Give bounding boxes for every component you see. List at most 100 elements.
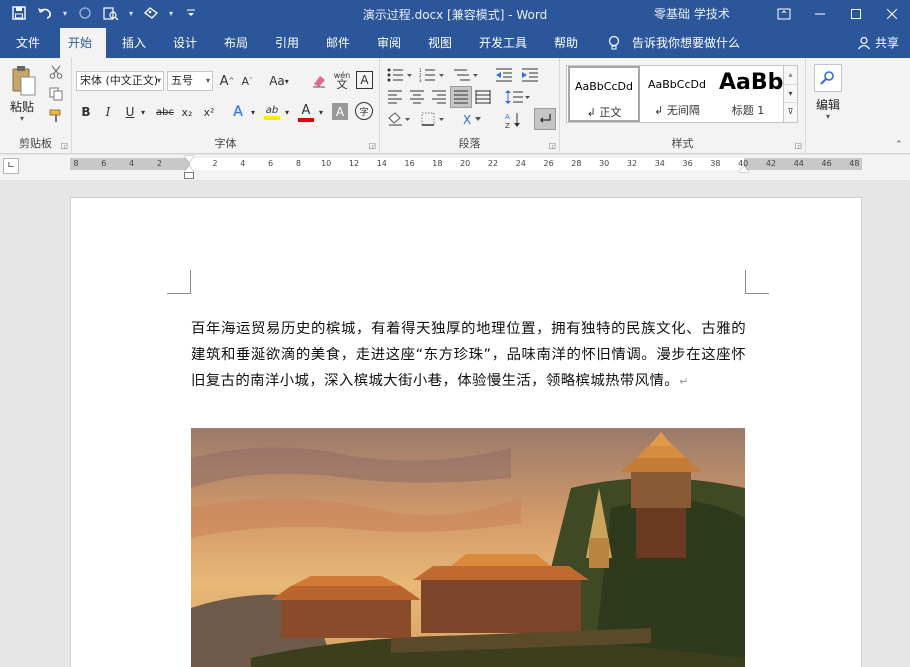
align-center-icon[interactable] bbox=[408, 88, 426, 106]
ruler-number: 32 bbox=[626, 159, 638, 168]
superscript-button[interactable]: x² bbox=[200, 102, 218, 122]
svg-text:X: X bbox=[463, 113, 471, 126]
tab-design[interactable]: 设计 bbox=[165, 28, 205, 58]
tab-view[interactable]: 视图 bbox=[420, 28, 460, 58]
temple-photo[interactable] bbox=[191, 428, 745, 667]
styles-up-icon[interactable]: ▴ bbox=[784, 66, 797, 84]
right-indent-marker[interactable] bbox=[739, 166, 749, 172]
underline-button[interactable]: U bbox=[122, 102, 138, 122]
maximize-icon[interactable] bbox=[838, 0, 874, 28]
font-group: 宋体 (中文正文) ▾ 五号 ▾ A ^ Aˇ Aa ▾ wén 文 A B I U … bbox=[72, 58, 380, 154]
find-icon[interactable] bbox=[814, 64, 842, 92]
shrink-font-icon[interactable]: Aˇ bbox=[238, 71, 256, 91]
strikethrough-button[interactable]: abc bbox=[154, 102, 176, 122]
share-button[interactable]: 共享 bbox=[875, 28, 899, 58]
shading-icon[interactable] bbox=[386, 110, 414, 128]
tab-file[interactable]: 文件 bbox=[8, 28, 48, 58]
minimize-icon[interactable] bbox=[802, 0, 838, 28]
paragraph-group-label: 段落 bbox=[458, 137, 481, 150]
show-marks-icon[interactable] bbox=[534, 108, 556, 130]
ruler-number: 8 bbox=[295, 159, 301, 168]
decrease-indent-icon[interactable] bbox=[494, 66, 514, 84]
font-launcher-icon[interactable]: ◲ bbox=[368, 141, 376, 150]
clipboard-launcher-icon[interactable]: ◲ bbox=[60, 141, 68, 150]
collapse-ribbon-icon[interactable]: ⌃ bbox=[895, 140, 903, 150]
user-account[interactable]: 零基础 学技术 bbox=[654, 5, 730, 22]
tab-insert[interactable]: 插入 bbox=[114, 28, 154, 58]
format-painter-icon[interactable] bbox=[48, 108, 64, 124]
horizontal-ruler[interactable]: 8 6 4 2 2 4 6 8 10 12 14 16 18 20 22 24 26 28 30 32 34 36 38 40… bbox=[70, 156, 862, 172]
distributed-icon[interactable] bbox=[474, 88, 492, 106]
styles-launcher-icon[interactable]: ◲ bbox=[794, 141, 802, 150]
highlight-color-icon[interactable]: ab bbox=[262, 101, 282, 123]
document-page[interactable]: 百年海运贸易历史的槟城，有着得天独厚的地理位置，拥有独特的民族文化、古雅的建筑和… bbox=[70, 197, 862, 667]
numbering-icon[interactable]: 123 bbox=[418, 66, 446, 84]
justify-icon[interactable] bbox=[450, 86, 472, 108]
editing-label[interactable]: 编辑 bbox=[816, 96, 840, 113]
borders-icon[interactable] bbox=[420, 110, 448, 128]
editing-dropdown-icon[interactable]: ▾ bbox=[826, 112, 830, 121]
style-no-spacing[interactable]: AaBbCcDd ↲ 无间隔 bbox=[641, 66, 713, 122]
styles-down-icon[interactable]: ▾ bbox=[784, 84, 797, 102]
tab-stop-selector[interactable]: ∟ bbox=[3, 158, 19, 174]
first-line-indent-marker[interactable] bbox=[184, 156, 194, 162]
tab-home[interactable]: 开始 bbox=[60, 28, 106, 58]
clear-format-icon[interactable] bbox=[310, 71, 328, 91]
styles-scroll: ▴ ▾ ⊽ bbox=[783, 66, 797, 122]
text-effects-icon[interactable]: A bbox=[228, 101, 248, 123]
copy-icon[interactable] bbox=[48, 86, 64, 102]
style-normal[interactable]: AaBbCcDd ↲ 正文 bbox=[568, 66, 640, 122]
enclose-characters-icon[interactable]: 字 bbox=[355, 102, 373, 120]
effects-dropdown-icon[interactable]: ▾ bbox=[248, 102, 258, 122]
subscript-button[interactable]: x₂ bbox=[178, 102, 196, 122]
left-indent-marker[interactable] bbox=[184, 172, 194, 179]
align-right-icon[interactable] bbox=[430, 88, 448, 106]
ruler-number: 44 bbox=[793, 159, 804, 168]
multilevel-list-icon[interactable] bbox=[452, 66, 480, 84]
font-color-icon[interactable]: A bbox=[296, 101, 316, 123]
bold-button[interactable]: B bbox=[78, 102, 94, 122]
tab-layout[interactable]: 布局 bbox=[216, 28, 256, 58]
paste-label[interactable]: 粘贴 bbox=[10, 98, 34, 115]
tab-review[interactable]: 审阅 bbox=[369, 28, 409, 58]
style-heading-1[interactable]: AaBb 标题 1 bbox=[713, 66, 783, 122]
window-controls bbox=[766, 0, 910, 28]
font-size-select[interactable]: 五号 ▾ bbox=[167, 71, 213, 91]
phonetic-guide-icon[interactable]: wén 文 bbox=[332, 69, 352, 91]
font-color-dropdown-icon[interactable]: ▾ bbox=[316, 102, 326, 122]
sort-icon[interactable]: AZ bbox=[504, 110, 524, 130]
grow-font-icon[interactable]: A ^ bbox=[218, 71, 236, 91]
highlight-dropdown-icon[interactable]: ▾ bbox=[282, 102, 292, 122]
tab-help[interactable]: 帮助 bbox=[546, 28, 586, 58]
character-shading-icon[interactable]: A bbox=[332, 103, 348, 120]
tab-developer[interactable]: 开发工具 bbox=[471, 28, 535, 58]
cut-icon[interactable] bbox=[48, 64, 64, 80]
ruler-number: 34 bbox=[654, 159, 665, 168]
chinese-layout-icon[interactable]: X bbox=[462, 110, 490, 128]
paste-icon[interactable] bbox=[8, 64, 40, 98]
change-case-icon[interactable]: Aa ▾ bbox=[266, 71, 292, 91]
italic-button[interactable]: I bbox=[100, 102, 116, 122]
increase-indent-icon[interactable] bbox=[520, 66, 540, 84]
styles-more-icon[interactable]: ⊽ bbox=[784, 102, 797, 120]
ruler-number: 8 bbox=[73, 159, 79, 168]
crop-mark-top-left bbox=[167, 270, 191, 294]
font-name-value: 宋体 (中文正文) bbox=[80, 74, 159, 87]
body-paragraph[interactable]: 百年海运贸易历史的槟城，有着得天独厚的地理位置，拥有独特的民族文化、古雅的建筑和… bbox=[191, 316, 746, 395]
ribbon-display-icon[interactable] bbox=[766, 0, 802, 28]
font-color-glyph: A bbox=[301, 102, 311, 118]
line-spacing-icon[interactable] bbox=[504, 88, 532, 106]
close-icon[interactable] bbox=[874, 0, 910, 28]
bullets-icon[interactable] bbox=[386, 66, 414, 84]
tab-references[interactable]: 引用 bbox=[267, 28, 307, 58]
font-name-select[interactable]: 宋体 (中文正文) ▾ bbox=[76, 71, 164, 91]
tab-mailings[interactable]: 邮件 bbox=[318, 28, 358, 58]
highlight-swatch bbox=[264, 115, 280, 120]
paragraph-launcher-icon[interactable]: ◲ bbox=[548, 141, 556, 150]
align-left-icon[interactable] bbox=[386, 88, 404, 106]
character-border-icon[interactable]: A bbox=[356, 71, 373, 89]
ruler-number: 6 bbox=[268, 159, 274, 168]
underline-dropdown-icon[interactable]: ▾ bbox=[138, 102, 148, 122]
tell-me-search[interactable]: 告诉我你想要做什么 bbox=[632, 28, 740, 58]
paste-dropdown-icon[interactable]: ▾ bbox=[20, 114, 24, 123]
